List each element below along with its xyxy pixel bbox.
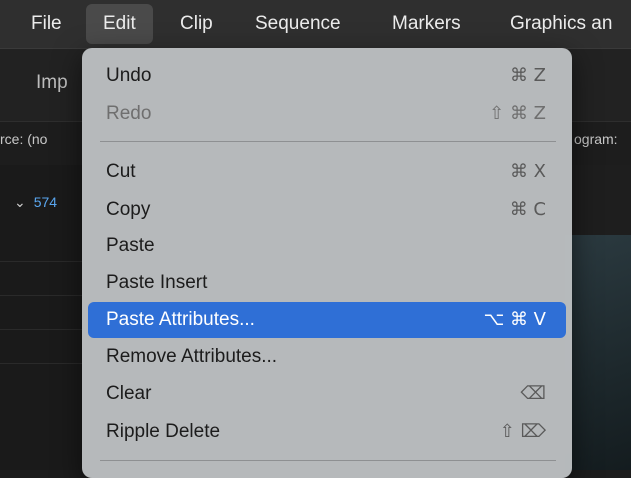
shortcut-label: ⌘ C [509, 199, 546, 220]
menu-item-paste-attributes[interactable]: Paste Attributes... ⌥ ⌘ V [88, 302, 566, 338]
menu-clip[interactable]: Clip [180, 0, 213, 48]
shortcut-label: ⌘ Z [509, 65, 546, 86]
menu-item-label: Paste [106, 235, 155, 256]
menu-item-label: Ripple Delete [106, 421, 221, 442]
program-panel [572, 165, 631, 235]
chevron-down-icon[interactable]: ⌄ [14, 194, 26, 210]
menu-item-label: Undo [106, 65, 152, 86]
menu-markers[interactable]: Markers [392, 0, 461, 48]
bin-item[interactable]: ⌄ 574 [14, 194, 57, 211]
menu-separator [100, 460, 556, 461]
menu-item-remove-attributes[interactable]: Remove Attributes... [88, 339, 566, 375]
menu-item-label: Redo [106, 103, 152, 124]
menu-item-cut[interactable]: Cut ⌘ X [88, 154, 566, 190]
menu-item-clear[interactable]: Clear ⌫ [88, 376, 566, 412]
menu-item-label: Clear [106, 383, 152, 404]
shortcut-label: ⌘ X [509, 161, 546, 182]
menu-item-ripple-delete[interactable]: Ripple Delete ⇧ ⌦ [88, 414, 566, 450]
project-row[interactable] [0, 261, 82, 296]
menu-sequence[interactable]: Sequence [255, 0, 341, 48]
shortcut-label: ⌥ ⌘ V [483, 309, 547, 330]
menu-separator [100, 141, 556, 142]
menu-graphics[interactable]: Graphics an [510, 0, 612, 48]
menu-item-paste-insert[interactable]: Paste Insert [88, 265, 566, 301]
menu-item-label: Paste Insert [106, 272, 208, 293]
source-monitor-label: rce: (no [0, 131, 48, 147]
menu-item-redo[interactable]: Redo ⇧ ⌘ Z [88, 96, 566, 132]
delete-icon: ⌫ [520, 383, 546, 404]
menu-item-copy[interactable]: Copy ⌘ C [88, 192, 566, 228]
program-monitor-label: ogram: [574, 131, 618, 147]
menu-edit[interactable]: Edit [86, 4, 153, 44]
project-row[interactable] [0, 329, 82, 364]
project-row[interactable] [0, 295, 82, 330]
menu-item-paste[interactable]: Paste [88, 228, 566, 264]
menu-item-undo[interactable]: Undo ⌘ Z [88, 58, 566, 94]
menu-file[interactable]: File [31, 0, 62, 48]
menu-item-label: Remove Attributes... [106, 346, 278, 367]
menu-bar: File Edit Clip Sequence Markers Graphics… [0, 0, 631, 49]
menu-item-label: Copy [106, 199, 151, 220]
video-preview [565, 235, 631, 470]
edit-menu-dropdown: Undo ⌘ Z Redo ⇧ ⌘ Z Cut ⌘ X Copy ⌘ C Pas… [82, 48, 572, 478]
project-row[interactable] [0, 227, 82, 262]
import-button[interactable]: Imp [36, 72, 68, 94]
menu-item-label: Paste Attributes... [106, 309, 255, 330]
menu-item-label: Cut [106, 161, 136, 182]
bin-label: 574 [33, 194, 58, 210]
shortcut-label: ⇧ ⌘ Z [489, 103, 546, 124]
shortcut-label: ⇧ ⌦ [499, 421, 546, 442]
